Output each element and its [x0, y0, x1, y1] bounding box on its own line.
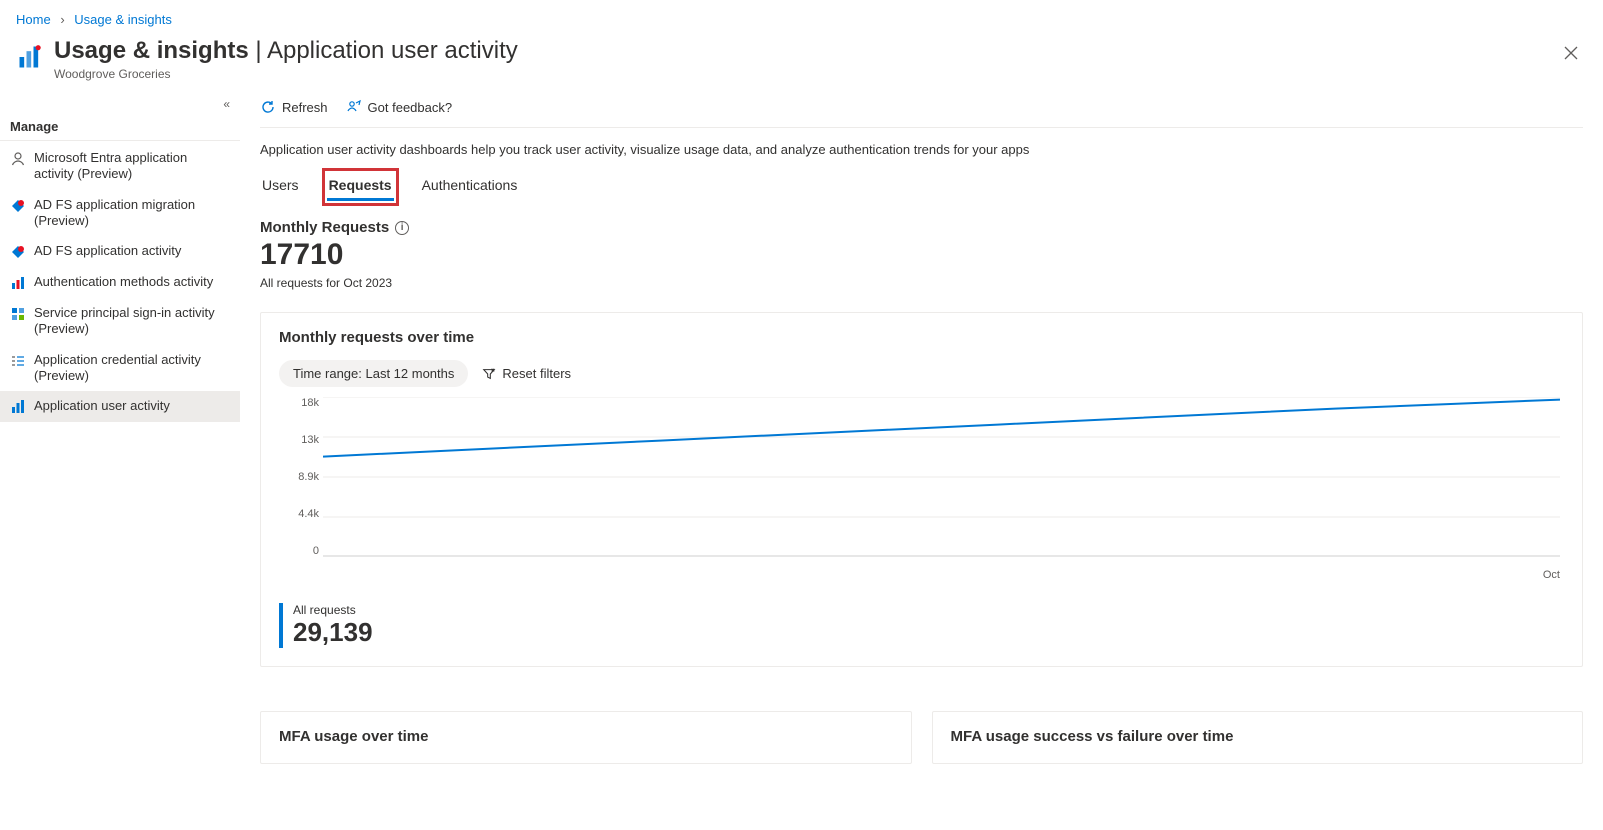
refresh-button[interactable]: Refresh	[260, 99, 328, 115]
info-icon[interactable]: i	[395, 221, 409, 235]
tab-authentications[interactable]: Authentications	[420, 173, 520, 201]
filter-icon	[482, 367, 496, 381]
reset-filters-label: Reset filters	[502, 366, 571, 381]
tab-users[interactable]: Users	[260, 173, 301, 201]
grid-icon	[10, 306, 26, 322]
chart-legend: All requests 29,139	[279, 603, 1564, 648]
summary-value: 17710	[260, 238, 1583, 272]
bottom-cards: MFA usage over time MFA usage success vs…	[260, 689, 1583, 764]
mfa-success-failure-card: MFA usage success vs failure over time	[932, 711, 1584, 764]
page-header: Usage & insights | Application user acti…	[0, 33, 1603, 89]
y-tick: 18k	[279, 397, 319, 409]
page-title-prefix: Usage & insights	[54, 37, 249, 64]
filter-row: Time range: Last 12 months Reset filters	[279, 360, 1564, 387]
sidebar: « Manage Microsoft Entra application act…	[0, 89, 240, 784]
refresh-label: Refresh	[282, 100, 328, 115]
y-tick: 13k	[279, 434, 319, 446]
insights-icon	[16, 43, 44, 71]
tab-requests[interactable]: Requests	[327, 173, 394, 201]
sidebar-item-label: Service principal sign-in activity (Prev…	[34, 305, 230, 338]
breadcrumb-current[interactable]: Usage & insights	[74, 12, 172, 27]
refresh-icon	[260, 99, 276, 115]
page-subtitle: Woodgrove Groceries	[54, 67, 518, 81]
sidebar-item-adfs-activity[interactable]: AD FS application activity	[0, 236, 240, 267]
line-chart: 18k 13k 8.9k 4.4k 0 Oct	[279, 397, 1564, 587]
chart-plot-area	[323, 397, 1560, 557]
sidebar-item-label: AD FS application migration (Preview)	[34, 197, 230, 230]
sidebar-section-label: Manage	[0, 111, 240, 141]
feedback-icon	[346, 99, 362, 115]
migration-icon	[10, 198, 26, 214]
sidebar-item-adfs-migration[interactable]: AD FS application migration (Preview)	[0, 190, 240, 237]
sidebar-item-entra-app-activity[interactable]: Microsoft Entra application activity (Pr…	[0, 143, 240, 190]
chart-card: Monthly requests over time Time range: L…	[260, 312, 1583, 667]
close-button[interactable]	[1557, 39, 1585, 67]
person-icon	[10, 151, 26, 167]
sidebar-item-auth-methods[interactable]: Authentication methods activity	[0, 267, 240, 298]
sidebar-item-label: Authentication methods activity	[34, 274, 230, 290]
breadcrumb: Home › Usage & insights	[0, 0, 1603, 33]
y-tick: 8.9k	[279, 471, 319, 483]
sidebar-item-label: Microsoft Entra application activity (Pr…	[34, 150, 230, 183]
mfa-success-failure-title: MFA usage success vs failure over time	[951, 728, 1565, 745]
page-title: Usage & insights | Application user acti…	[54, 37, 518, 65]
chart-icon	[10, 275, 26, 291]
breadcrumb-separator: ›	[60, 12, 64, 27]
summary-subtext: All requests for Oct 2023	[260, 276, 1583, 290]
page-description: Application user activity dashboards hel…	[260, 142, 1583, 157]
tabs: Users Requests Authentications	[260, 173, 1583, 201]
sidebar-item-app-user-activity[interactable]: Application user activity	[0, 391, 240, 422]
time-range-filter[interactable]: Time range: Last 12 months	[279, 360, 468, 387]
page-title-suffix: Application user activity	[267, 37, 518, 64]
sidebar-item-label: Application credential activity (Preview…	[34, 352, 230, 385]
legend-value: 29,139	[293, 617, 1564, 648]
chart-x-end-label: Oct	[1543, 569, 1560, 581]
sidebar-item-label: Application user activity	[34, 398, 230, 414]
activity-icon	[10, 244, 26, 260]
toolbar: Refresh Got feedback?	[260, 89, 1583, 128]
y-tick: 4.4k	[279, 508, 319, 520]
sidebar-item-label: AD FS application activity	[34, 243, 230, 259]
breadcrumb-home[interactable]: Home	[16, 12, 51, 27]
mfa-usage-card: MFA usage over time	[260, 711, 912, 764]
summary-title: Monthly Requests	[260, 219, 389, 236]
mfa-usage-title: MFA usage over time	[279, 728, 893, 745]
checklist-icon	[10, 353, 26, 369]
summary-block: Monthly Requests i 17710 All requests fo…	[260, 219, 1583, 290]
chart-title: Monthly requests over time	[279, 329, 1564, 346]
feedback-button[interactable]: Got feedback?	[346, 99, 453, 115]
sidebar-item-credential-activity[interactable]: Application credential activity (Preview…	[0, 345, 240, 392]
sidebar-collapse[interactable]: «	[0, 97, 240, 111]
reset-filters-button[interactable]: Reset filters	[482, 366, 571, 381]
legend-label: All requests	[293, 603, 1564, 617]
bar-chart-icon	[10, 399, 26, 415]
sidebar-item-service-principal[interactable]: Service principal sign-in activity (Prev…	[0, 298, 240, 345]
feedback-label: Got feedback?	[368, 100, 453, 115]
y-tick: 0	[279, 545, 319, 557]
main-content: Refresh Got feedback? Application user a…	[240, 89, 1603, 784]
chart-y-axis: 18k 13k 8.9k 4.4k 0	[279, 397, 319, 557]
